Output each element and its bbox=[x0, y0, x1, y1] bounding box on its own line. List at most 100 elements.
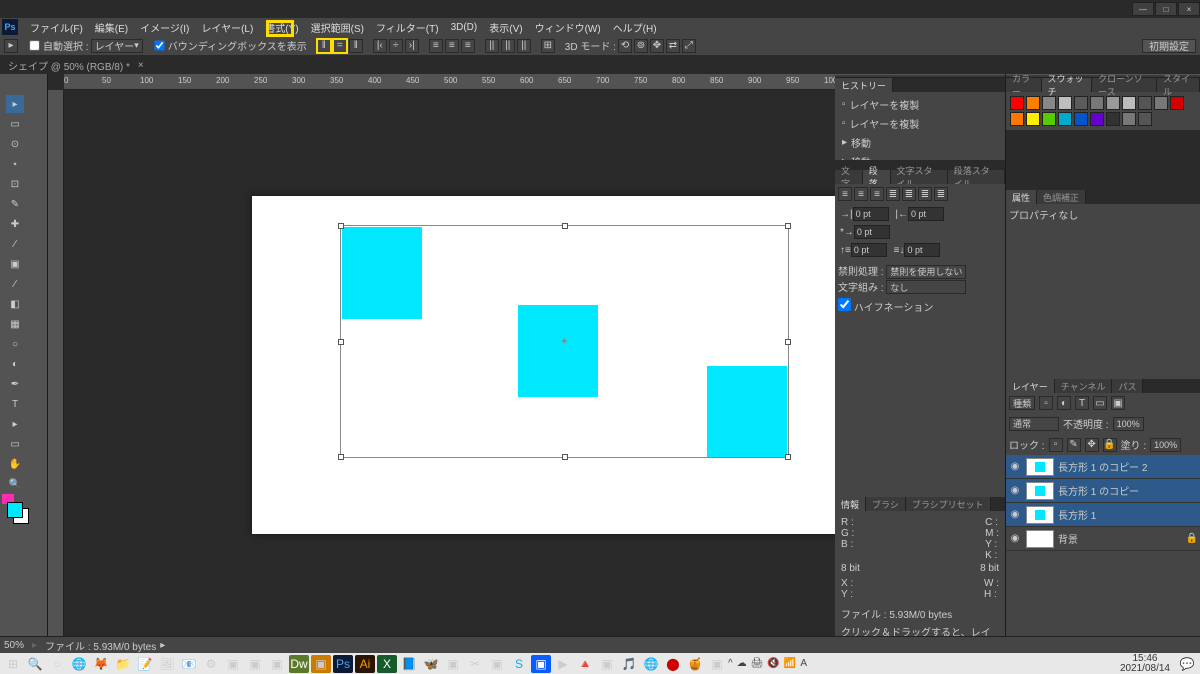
swatch[interactable] bbox=[1074, 96, 1088, 110]
layer-name[interactable]: 長方形 1 のコピー bbox=[1058, 483, 1139, 498]
taskbar-excel[interactable]: X bbox=[377, 655, 397, 673]
cortana-icon[interactable]: ○ bbox=[47, 655, 67, 673]
taskbar-vlc[interactable]: 🔺 bbox=[575, 655, 595, 673]
color-swatch[interactable] bbox=[3, 498, 27, 522]
hyphen-checkbox[interactable] bbox=[838, 298, 851, 311]
stamp-tool[interactable]: ▣ bbox=[6, 255, 24, 273]
brush-tab[interactable]: ブラシ bbox=[866, 497, 906, 511]
handle-bl[interactable] bbox=[338, 454, 344, 460]
align-center-text-button[interactable]: ≡ bbox=[854, 187, 868, 201]
taskbar-app2[interactable]: ▣ bbox=[245, 655, 265, 673]
align-top-button[interactable]: ‖ bbox=[317, 39, 331, 53]
taskbar-app13[interactable]: ▣ bbox=[707, 655, 727, 673]
heal-tool[interactable]: ✚ bbox=[6, 215, 24, 233]
mojikumi-dropdown[interactable]: なし bbox=[886, 280, 966, 294]
properties-tab[interactable]: 属性 bbox=[1006, 190, 1037, 204]
taskbar-dreamweaver[interactable]: Dw bbox=[289, 655, 309, 673]
tray-printer-icon[interactable]: 🖨 bbox=[751, 658, 764, 669]
adjustments-tab[interactable]: 色調補正 bbox=[1037, 190, 1086, 204]
hand-tool[interactable]: ✋ bbox=[6, 455, 24, 473]
align-right-text-button[interactable]: ≡ bbox=[870, 187, 884, 201]
menu-type[interactable]: 書式(Y) bbox=[259, 20, 304, 35]
history-item[interactable]: ▸移動 bbox=[838, 133, 1002, 152]
dist-right-button[interactable]: || bbox=[517, 39, 531, 53]
lock-trans-icon[interactable]: ▫ bbox=[1049, 438, 1063, 452]
layer-name[interactable]: 長方形 1 のコピー 2 bbox=[1058, 459, 1147, 474]
taskbar-outlook[interactable]: 📧 bbox=[179, 655, 199, 673]
clone-tab[interactable]: クローンソース bbox=[1092, 78, 1157, 92]
window-maximize-button[interactable]: □ bbox=[1155, 2, 1177, 16]
paragraph-tab[interactable]: 段落 bbox=[863, 170, 891, 184]
layer-thumbnail[interactable] bbox=[1026, 506, 1054, 524]
taskbar-media[interactable]: ▶ bbox=[553, 655, 573, 673]
tray-wifi-icon[interactable]: 📶 bbox=[784, 658, 796, 669]
foreground-color[interactable] bbox=[7, 502, 23, 518]
history-item[interactable]: ▫レイヤーを複製 bbox=[838, 114, 1002, 133]
taskbar-settings[interactable]: ⚙ bbox=[201, 655, 221, 673]
swatch[interactable] bbox=[1010, 112, 1024, 126]
layer-name[interactable]: 背景 bbox=[1058, 531, 1078, 546]
path-select-tool[interactable]: ▸ bbox=[6, 415, 24, 433]
taskbar-photoshop[interactable]: Ps bbox=[333, 655, 353, 673]
visibility-icon[interactable]: ◉ bbox=[1008, 533, 1022, 544]
eraser-tool[interactable]: ◧ bbox=[6, 295, 24, 313]
dist-vcenter-button[interactable]: ≡ bbox=[445, 39, 459, 53]
history-tab[interactable]: ヒストリー bbox=[835, 78, 893, 92]
menu-select[interactable]: 選択範囲(S) bbox=[305, 20, 370, 35]
filter-adjust-icon[interactable]: ◐ bbox=[1057, 396, 1071, 410]
swatch[interactable] bbox=[1122, 96, 1136, 110]
bounding-box[interactable]: ✦ bbox=[340, 225, 789, 458]
3d-pan-button[interactable]: ✥ bbox=[650, 39, 664, 53]
styles-tab[interactable]: スタイル bbox=[1157, 78, 1200, 92]
tray-cloud-icon[interactable]: ☁ bbox=[737, 658, 747, 669]
brush-tool[interactable]: ∕ bbox=[6, 235, 24, 253]
layer-row[interactable]: ◉ 長方形 1 のコピー bbox=[1006, 479, 1200, 503]
handle-ml[interactable] bbox=[338, 339, 344, 345]
space-after-input[interactable] bbox=[904, 243, 940, 257]
taskbar-illustrator[interactable]: Ai bbox=[355, 655, 375, 673]
visibility-icon[interactable]: ◉ bbox=[1008, 461, 1022, 472]
3d-orbit-button[interactable]: ⟲ bbox=[618, 39, 632, 53]
system-tray[interactable]: ^ ☁ 🖨 🔇 📶 A bbox=[728, 658, 807, 669]
visibility-icon[interactable]: ◉ bbox=[1008, 485, 1022, 496]
search-icon[interactable]: 🔍 bbox=[25, 655, 45, 673]
type-tool[interactable]: T bbox=[6, 395, 24, 413]
swatch[interactable] bbox=[1106, 112, 1120, 126]
swatch[interactable] bbox=[1090, 96, 1104, 110]
tray-ime-icon[interactable]: A bbox=[800, 658, 807, 669]
menu-filter[interactable]: フィルター(T) bbox=[370, 20, 445, 35]
start-button[interactable]: ⊞ bbox=[3, 655, 23, 673]
move-tool[interactable]: ▸ bbox=[6, 95, 24, 113]
handle-mr[interactable] bbox=[785, 339, 791, 345]
align-hcenter-button[interactable]: ÷ bbox=[389, 39, 403, 53]
swatch[interactable] bbox=[1058, 112, 1072, 126]
taskbar-app7[interactable]: ✂ bbox=[465, 655, 485, 673]
auto-select-checkbox[interactable] bbox=[29, 40, 39, 50]
layer-thumbnail[interactable] bbox=[1026, 458, 1054, 476]
history-item[interactable]: ▫レイヤーを複製 bbox=[838, 95, 1002, 114]
align-bottom-button[interactable]: ‖ bbox=[349, 39, 363, 53]
swatch[interactable] bbox=[1026, 112, 1040, 126]
handle-tr[interactable] bbox=[785, 223, 791, 229]
taskbar-app3[interactable]: ▣ bbox=[267, 655, 287, 673]
taskbar-app5[interactable]: 🦋 bbox=[421, 655, 441, 673]
space-before-input[interactable] bbox=[851, 243, 887, 257]
menu-3d[interactable]: 3D(D) bbox=[445, 22, 484, 33]
3d-roll-button[interactable]: ⊚ bbox=[634, 39, 648, 53]
menu-file[interactable]: ファイル(F) bbox=[24, 20, 89, 35]
tray-up-icon[interactable]: ^ bbox=[728, 658, 733, 669]
char-tab[interactable]: 文字 bbox=[835, 170, 863, 184]
swatch[interactable] bbox=[1042, 112, 1056, 126]
lock-all-icon[interactable]: 🔒 bbox=[1103, 438, 1117, 452]
layer-row[interactable]: ◉ 長方形 1 bbox=[1006, 503, 1200, 527]
taskbar-app4[interactable]: 📘 bbox=[399, 655, 419, 673]
swatch[interactable] bbox=[1026, 96, 1040, 110]
canvas-viewport[interactable]: ✦ bbox=[64, 90, 835, 672]
layer-row[interactable]: ◉ 背景 🔒 bbox=[1006, 527, 1200, 551]
swatch[interactable] bbox=[1074, 112, 1088, 126]
filter-smart-icon[interactable]: ▣ bbox=[1111, 396, 1125, 410]
show-bbox-checkbox[interactable] bbox=[154, 40, 164, 50]
swatch[interactable] bbox=[1170, 96, 1184, 110]
visibility-icon[interactable]: ◉ bbox=[1008, 509, 1022, 520]
wand-tool[interactable]: ⋆ bbox=[6, 155, 24, 173]
